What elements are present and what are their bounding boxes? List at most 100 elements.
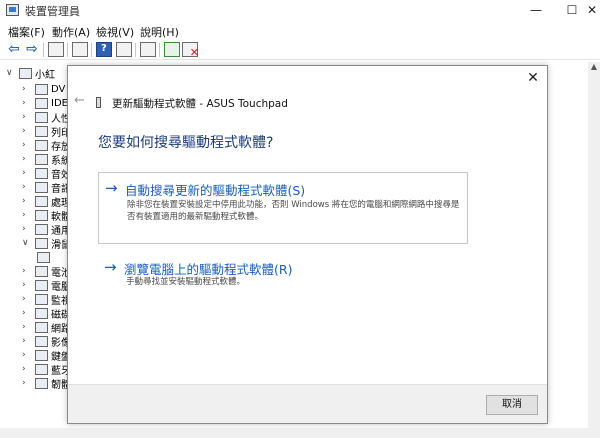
processor-icon [35, 195, 48, 207]
tree-item[interactable]: › 電池 [22, 264, 71, 279]
device-manager-icon [6, 4, 19, 16]
tree-item[interactable]: › 人性 [22, 110, 71, 125]
chevron-right-icon[interactable]: › [22, 308, 32, 318]
chevron-right-icon[interactable]: › [22, 182, 32, 192]
system-icon [35, 153, 48, 165]
chevron-right-icon[interactable]: › [22, 140, 32, 150]
chevron-right-icon[interactable]: › [22, 84, 32, 94]
menu-action[interactable]: 動作(A) [52, 24, 90, 40]
browse-description: 手動尋找並安裝驅動程式軟體。 [126, 277, 246, 287]
window-titlebar: 裝置管理員 — ☐ ✕ [0, 0, 600, 20]
close-window-button[interactable]: ✕ [584, 0, 600, 20]
status-bar [0, 428, 600, 438]
tree-item[interactable]: › IDE [22, 96, 68, 110]
dialog-footer: 取消 [68, 384, 547, 423]
toolbar-separator [135, 43, 136, 57]
bluetooth-icon [35, 363, 48, 375]
chevron-right-icon[interactable]: › [22, 322, 32, 332]
arrow-right-icon: → [104, 258, 117, 276]
help-icon[interactable] [96, 42, 112, 57]
vertical-scrollbar[interactable]: ▲ [588, 62, 600, 438]
toolbar-separator [67, 43, 68, 57]
network-icon [35, 321, 48, 333]
tree-root[interactable]: ∨ 小紅 [6, 66, 55, 81]
menu-file[interactable]: 檔案(F) [8, 24, 45, 40]
mouse-icon [35, 237, 48, 249]
chevron-right-icon[interactable]: › [22, 196, 32, 206]
tree-item[interactable]: › 音效 [22, 166, 71, 181]
tree-item[interactable]: › 處理 [22, 194, 71, 209]
tree-root-label: 小紅 [35, 69, 55, 81]
tree-item[interactable]: › 軟體 [22, 208, 71, 223]
firmware-icon [35, 377, 48, 389]
chevron-right-icon[interactable]: › [22, 98, 32, 108]
back-arrow-icon[interactable]: ← [74, 93, 85, 108]
chevron-right-icon[interactable]: › [22, 210, 32, 220]
chevron-right-icon[interactable]: › [22, 280, 32, 290]
tree-item[interactable]: › 存放 [22, 138, 71, 153]
auto-search-option[interactable]: → 自動搜尋更新的驅動程式軟體(S) 除非您在裝置安裝設定中停用此功能，否則 W… [98, 172, 468, 244]
tree-item[interactable]: › 列印 [22, 124, 71, 139]
tree-item[interactable]: › DV [22, 82, 65, 96]
tree-item[interactable]: › 監視 [22, 292, 71, 307]
printer-icon [35, 125, 48, 137]
chevron-right-icon[interactable]: › [22, 294, 32, 304]
keyboard-icon [35, 349, 48, 361]
storage-icon [35, 139, 48, 151]
tree-item[interactable]: › 通用 [22, 222, 71, 237]
dvd-drive-icon [35, 83, 48, 95]
update-driver-icon[interactable] [164, 42, 180, 57]
chevron-right-icon[interactable]: › [22, 224, 32, 234]
menu-view[interactable]: 檢視(V) [96, 24, 134, 40]
chevron-right-icon[interactable]: › [22, 168, 32, 178]
sound-icon [35, 167, 48, 179]
tree-item[interactable]: › 系統 [22, 152, 71, 167]
tree-child-item[interactable] [34, 250, 53, 264]
scan-hardware-icon[interactable] [140, 42, 156, 57]
forward-icon[interactable]: ⇨ [24, 42, 40, 57]
show-hidden-icon[interactable] [116, 42, 132, 57]
chevron-right-icon[interactable]: › [22, 266, 32, 276]
chevron-right-icon[interactable]: › [22, 350, 32, 360]
back-icon[interactable]: ⇦ [6, 42, 22, 57]
auto-search-description: 除非您在裝置安裝設定中停用此功能，否則 Windows 將在您的電腦和網際網路中… [127, 200, 460, 222]
auto-search-title[interactable]: 自動搜尋更新的驅動程式軟體(S) [125, 180, 305, 199]
tree-item[interactable]: › 音訊 [22, 180, 71, 195]
menu-help[interactable]: 說明(H) [140, 24, 179, 40]
chevron-right-icon[interactable]: › [22, 112, 32, 122]
tree-item[interactable]: › 鍵盤 [22, 348, 71, 363]
chevron-down-icon[interactable]: ∨ [22, 238, 32, 248]
chevron-right-icon[interactable]: › [22, 126, 32, 136]
chevron-right-icon[interactable]: › [22, 154, 32, 164]
update-driver-dialog: ✕ ← 更新驅動程式軟體 - ASUS Touchpad 您要如何搜尋驅動程式軟… [67, 65, 548, 424]
tree-item[interactable]: › 電腦 [22, 278, 71, 293]
browse-option[interactable]: → 瀏覽電腦上的驅動程式軟體(R) 手動尋找並安裝驅動程式軟體。 [98, 256, 468, 296]
window-title: 裝置管理員 [25, 5, 80, 18]
tree-item[interactable]: ∨ 滑鼠 [22, 236, 71, 251]
view-icon[interactable] [72, 42, 88, 57]
chevron-right-icon[interactable]: › [22, 378, 32, 388]
device-icon [96, 97, 101, 108]
properties-icon[interactable] [48, 42, 64, 57]
dialog-question: 您要如何搜尋驅動程式軟體? [98, 135, 274, 151]
uninstall-icon[interactable]: ✕ [182, 42, 199, 59]
usb-icon [35, 223, 48, 235]
disk-drive-icon [35, 307, 48, 319]
uninstall-x-icon: ✕ [189, 46, 199, 59]
dialog-close-button[interactable]: ✕ [525, 70, 541, 86]
tree-item[interactable]: › 韌體 [22, 376, 71, 391]
cancel-button[interactable]: 取消 [486, 395, 538, 415]
toolbar-separator [159, 43, 160, 57]
battery-icon [35, 265, 48, 277]
tree-item[interactable]: › 網路 [22, 320, 71, 335]
tree-item[interactable]: › 影像 [22, 334, 71, 349]
camera-icon [35, 335, 48, 347]
scroll-up-icon[interactable]: ▲ [588, 62, 600, 74]
tree-item[interactable]: › 磁碟 [22, 306, 71, 321]
chevron-right-icon[interactable]: › [22, 336, 32, 346]
chevron-right-icon[interactable]: › [22, 364, 32, 374]
tree-item[interactable]: › 藍牙 [22, 362, 71, 377]
tree-item-label: IDE [51, 97, 68, 109]
chevron-down-icon[interactable]: ∨ [6, 68, 16, 78]
dialog-header: 更新驅動程式軟體 - ASUS Touchpad [112, 98, 288, 110]
